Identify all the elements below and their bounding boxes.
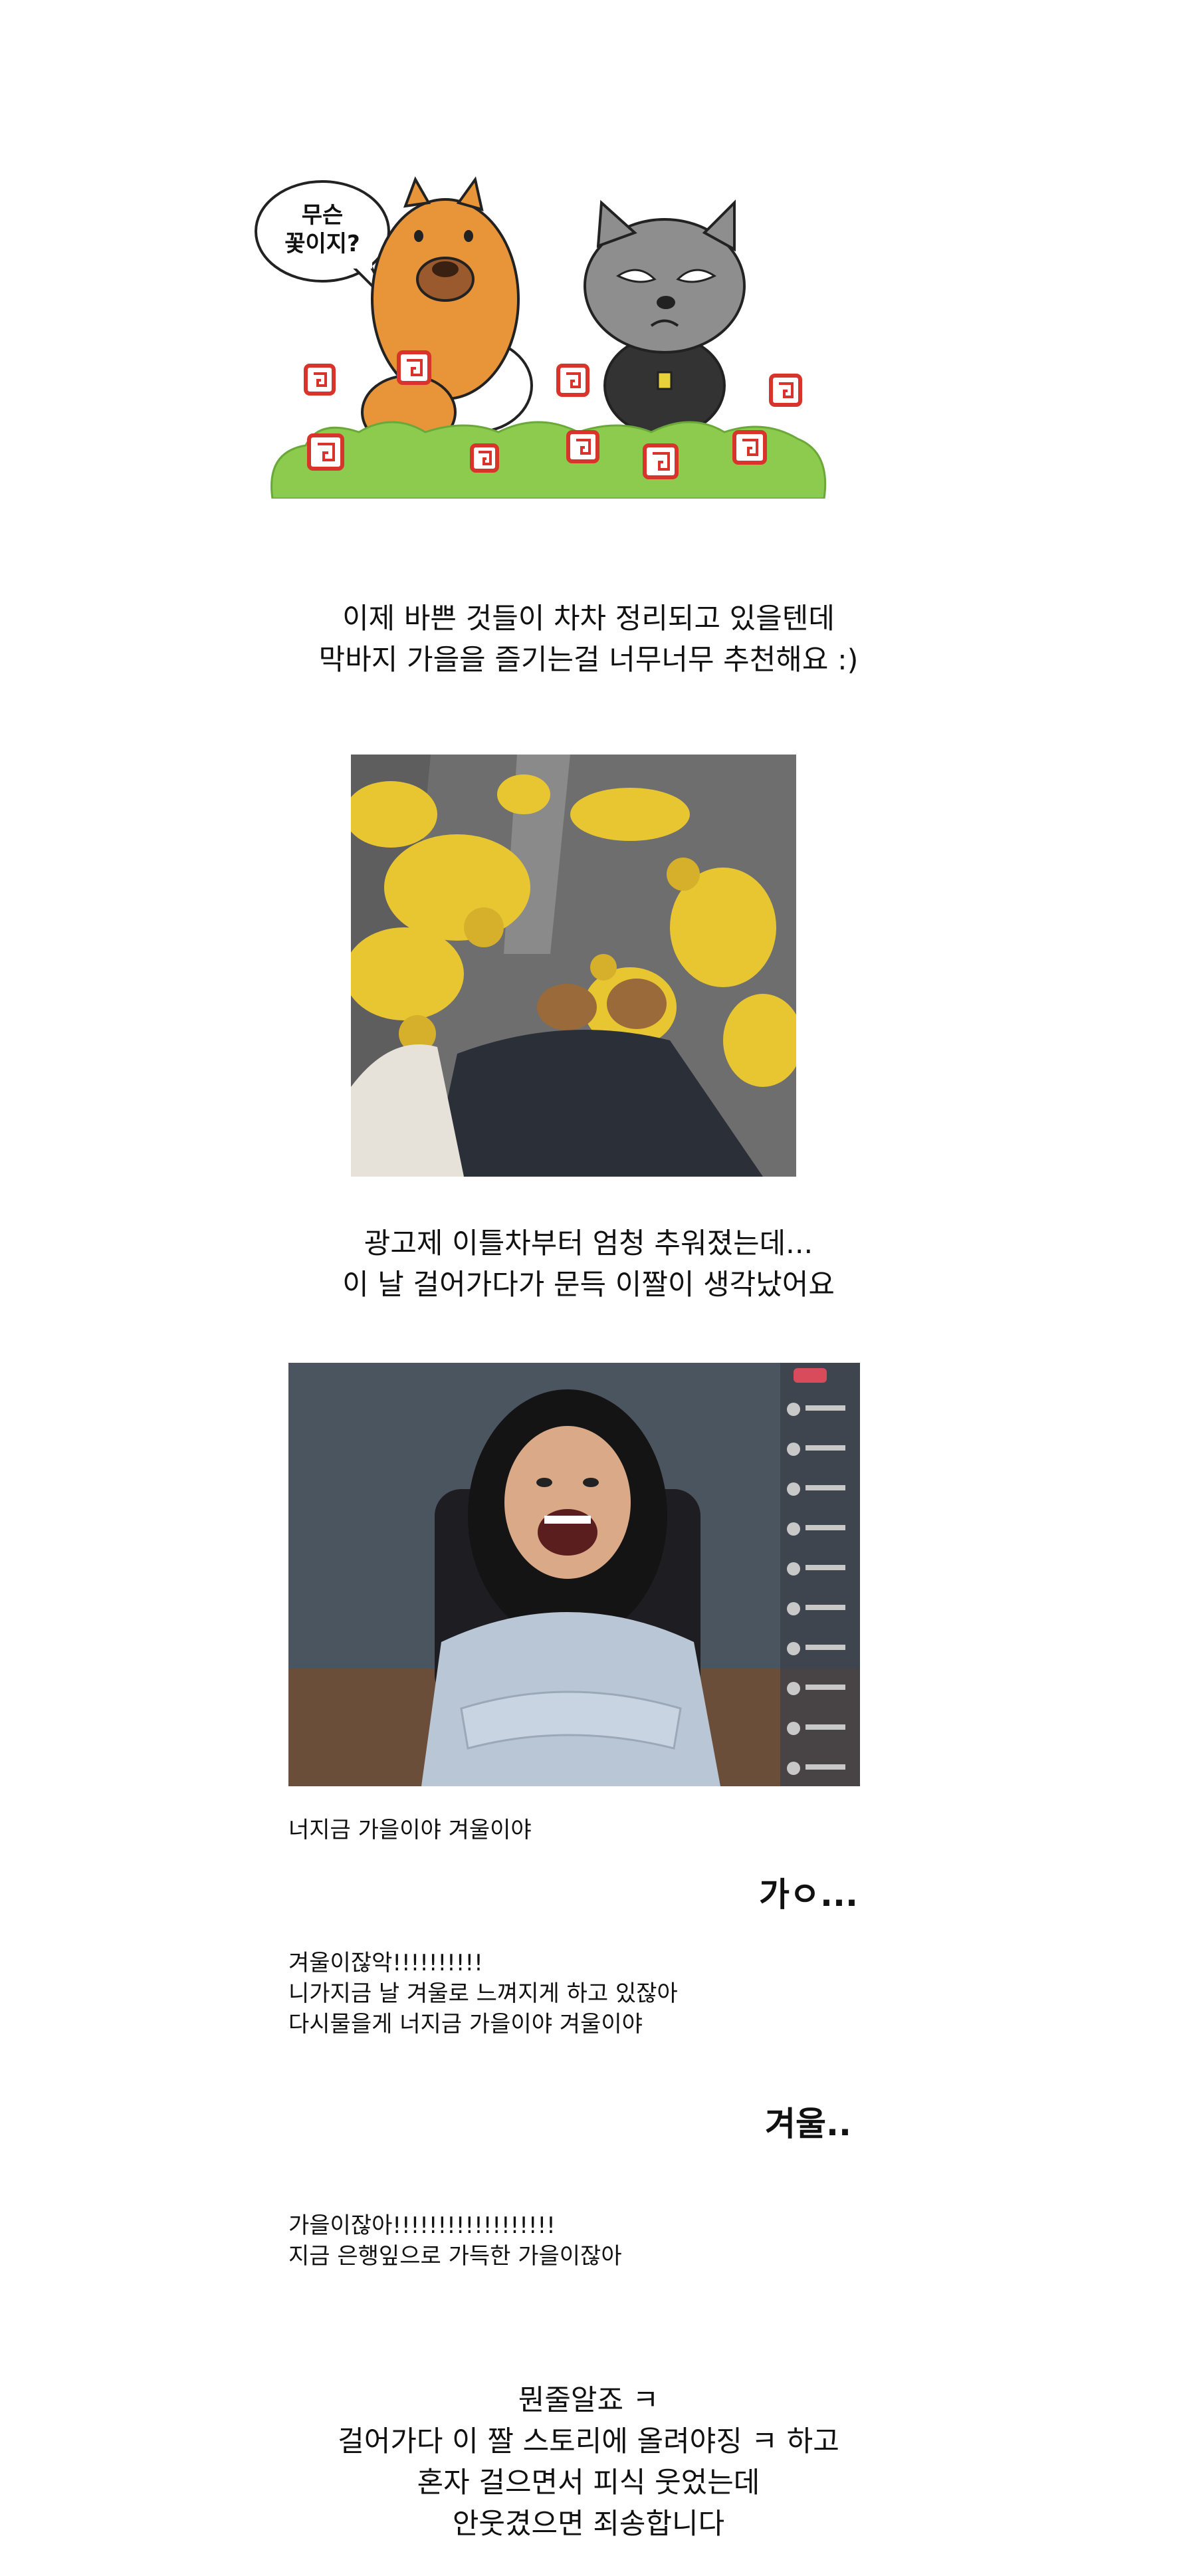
- speech-text-2: 꽃이지?: [284, 231, 360, 257]
- second-line-1: 광고제 이틀차부터 엄청 추워졌는데...: [364, 1227, 813, 1260]
- streamer-photo-svg: [288, 1363, 860, 1786]
- ending-line-3: 혼자 걸으면서 피식 웃었는데: [417, 2466, 760, 2500]
- streamer-photo: [288, 1363, 860, 1786]
- ending-line-2: 걸어가다 이 짤 스토리에 올려야징 ㅋ 하고: [338, 2425, 839, 2458]
- speech-text-1: 무슨: [302, 202, 344, 229]
- intro-line-2: 막바지 가을을 즐기는걸 너무너무 추천해요 :): [318, 644, 859, 677]
- dialog-reply-1: 가ㅇ...: [759, 1875, 858, 1914]
- ending-line-1: 뭔줄알죠 ㅋ: [518, 2384, 659, 2417]
- cat-character: [584, 199, 746, 437]
- dialog-block2-line3: 다시물을게 너지금 가을이야 겨울이야: [288, 2011, 643, 2038]
- intro-paragraph: 이제 바쁜 것들이 차차 정리되고 있을텐데 막바지 가을을 즐기는걸 너무너무…: [0, 598, 1177, 681]
- dialog-reply-2: 겨울..: [765, 2105, 851, 2143]
- dialog-block2-line2: 니가지금 날 겨울로 느껴지게 하고 있잖아: [288, 1980, 678, 2007]
- cartoon-illustration: 무슨 꽃이지?: [246, 166, 844, 500]
- intro-line-1: 이제 바쁜 것들이 차차 정리되고 있을텐데: [342, 602, 835, 636]
- cartoon-svg: 무슨 꽃이지?: [255, 176, 827, 500]
- dialog-block2-line1: 겨울이잖악!!!!!!!!!!: [288, 1950, 483, 1976]
- ending-line-4: 안웃겼으면 죄송합니다: [452, 2508, 725, 2541]
- dialog-block-2: 겨울이잖악!!!!!!!!!! 니가지금 날 겨울로 느껴지게 하고 있잖아 다…: [288, 1948, 678, 2040]
- dialog-line-1: 너지금 가을이야 겨울이야: [288, 1817, 532, 1843]
- ginkgo-photo: [351, 755, 796, 1177]
- second-paragraph: 광고제 이틀차부터 엄청 추워졌는데... 이 날 걸어가다가 문득 이짤이 생…: [0, 1223, 1177, 1306]
- dialog-block3-line2: 지금 은행잎으로 가득한 가을이잖아: [288, 2243, 622, 2270]
- dialog-block3-line1: 가을이잖아!!!!!!!!!!!!!!!!!!: [288, 2212, 556, 2239]
- ginkgo-photo-svg: [351, 755, 796, 1177]
- dialog-block-3: 가을이잖아!!!!!!!!!!!!!!!!!! 지금 은행잎으로 가득한 가을이…: [288, 2210, 622, 2272]
- second-line-2: 이 날 걸어가다가 문득 이짤이 생각났어요: [342, 1268, 835, 1302]
- ending-paragraph: 뭔줄알죠 ㅋ 걸어가다 이 짤 스토리에 올려야징 ㅋ 하고 혼자 걸으면서 피…: [0, 2380, 1177, 2545]
